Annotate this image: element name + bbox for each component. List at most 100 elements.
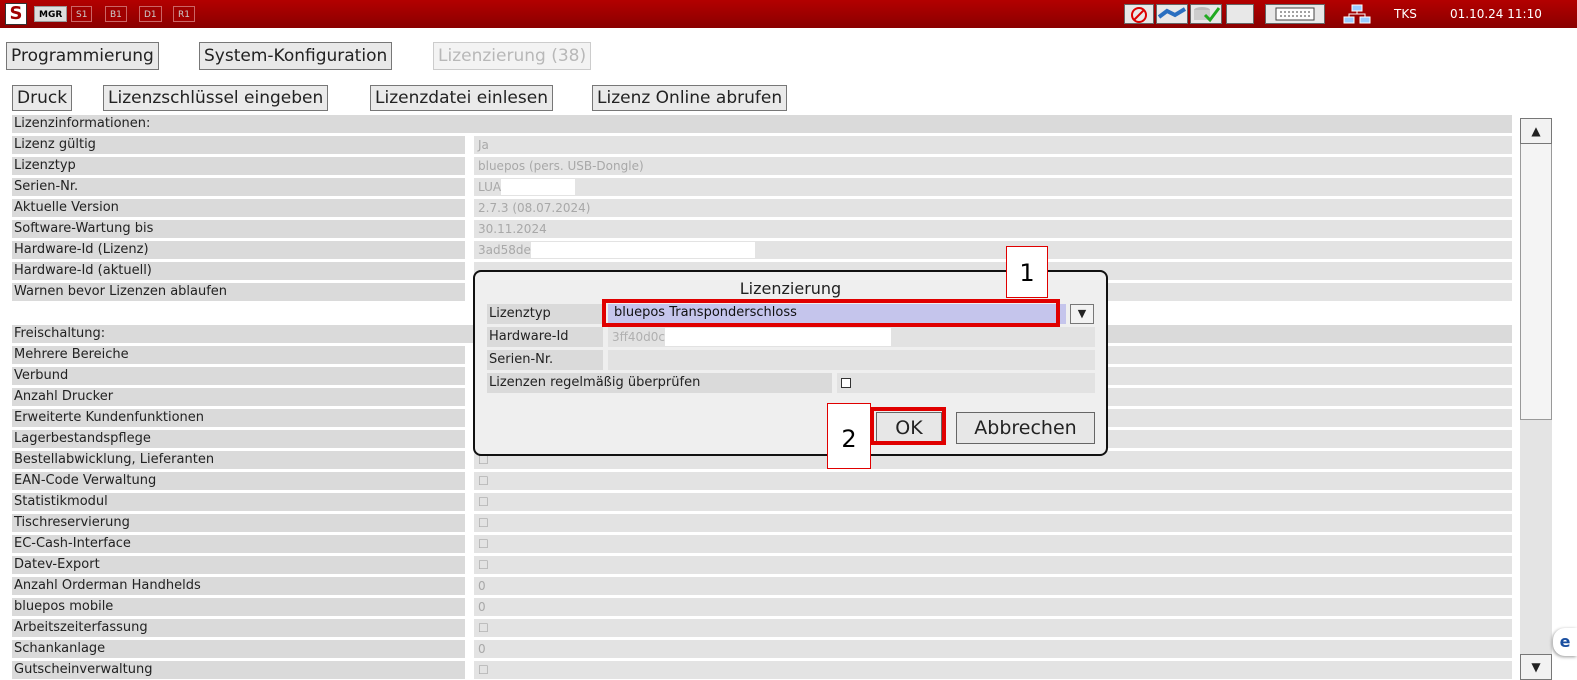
- tab-lizenzierung[interactable]: Lizenzierung (38): [433, 42, 592, 70]
- table-row[interactable]: Lizenztyp bluepos (pers. USB-Dongle): [12, 156, 1512, 175]
- table-row[interactable]: Software-Wartung bis 30.11.2024: [12, 219, 1512, 238]
- license-info-header: Lizenzinformationen:: [12, 114, 1512, 133]
- row-label: EC-Cash-Interface: [12, 535, 465, 553]
- row-value[interactable]: ☐: [474, 556, 1512, 574]
- periodic-check-checkbox[interactable]: [841, 377, 851, 388]
- row-label: Anzahl Orderman Handhelds: [12, 577, 465, 595]
- table-row[interactable]: EAN-Code Verwaltung ☐: [12, 471, 1512, 490]
- hardware-id-row: Hardware-Id 3ff40d0c: [487, 327, 1095, 347]
- row-value[interactable]: ☐: [474, 472, 1512, 490]
- row-value[interactable]: ☐: [474, 493, 1512, 511]
- message-icon[interactable]: [1226, 4, 1254, 24]
- row-label: Anzahl Drucker: [12, 388, 465, 406]
- print-button[interactable]: Druck: [12, 85, 73, 111]
- scrollbar-thumb[interactable]: [1520, 142, 1552, 420]
- serial-label: Serien-Nr.: [487, 350, 603, 370]
- scroll-down-button[interactable]: ▼: [1520, 654, 1552, 680]
- mode-d1[interactable]: D1: [139, 6, 162, 22]
- keyboard-icon[interactable]: [1265, 4, 1325, 24]
- license-type-label: Lizenztyp: [487, 304, 603, 324]
- mode-b1[interactable]: B1: [105, 6, 127, 22]
- table-row[interactable]: Serien-Nr. LUA: [12, 177, 1512, 196]
- read-license-file-button[interactable]: Lizenzdatei einlesen: [370, 85, 553, 111]
- table-row[interactable]: Datev-Export ☐: [12, 555, 1512, 574]
- row-value[interactable]: ☐: [474, 661, 1512, 679]
- row-value[interactable]: ☐: [474, 535, 1512, 553]
- serial-value: LUA: [478, 180, 502, 194]
- row-value: bluepos (pers. USB-Dongle): [474, 157, 1512, 175]
- network-cable-icon[interactable]: [1156, 4, 1188, 24]
- row-value: 30.11.2024: [474, 220, 1512, 238]
- periodic-check-cell[interactable]: [837, 373, 1095, 393]
- no-printer-icon[interactable]: [1124, 4, 1154, 24]
- table-row[interactable]: Tischreservierung ☐: [12, 513, 1512, 532]
- enter-license-key-button[interactable]: Lizenzschlüssel eingeben: [103, 85, 329, 111]
- table-row[interactable]: Statistikmodul ☐: [12, 492, 1512, 511]
- network-icon[interactable]: [1342, 4, 1372, 24]
- row-label: Lagerbestandspflege: [12, 430, 465, 448]
- row-value[interactable]: 0: [474, 598, 1512, 616]
- hwid-value: 3ad58de: [478, 243, 531, 257]
- row-value: Ja: [474, 136, 1512, 154]
- table-row[interactable]: EC-Cash-Interface ☐: [12, 534, 1512, 553]
- hardware-id-value: 3ff40d0c: [612, 330, 666, 344]
- row-value[interactable]: ☐: [474, 514, 1512, 532]
- row-label: Mehrere Bereiche: [12, 346, 465, 364]
- row-label: Arbeitszeiterfassung: [12, 619, 465, 637]
- step-1-callout: 1: [1006, 246, 1048, 298]
- table-row[interactable]: bluepos mobile 0: [12, 597, 1512, 616]
- table-row[interactable]: Schankanlage 0: [12, 639, 1512, 658]
- user-label: TKS: [1394, 7, 1417, 21]
- row-label: Tischreservierung: [12, 514, 465, 532]
- scroll-up-button[interactable]: ▲: [1520, 118, 1552, 144]
- row-label: Hardware-Id (Lizenz): [12, 241, 465, 259]
- table-row[interactable]: Gutscheinverwaltung ☐: [12, 660, 1512, 679]
- row-label: Bestellabwicklung, Lieferanten: [12, 451, 465, 469]
- row-label: Datev-Export: [12, 556, 465, 574]
- fetch-license-online-button[interactable]: Lizenz Online abrufen: [592, 85, 788, 111]
- mode-s1[interactable]: S1: [71, 6, 93, 22]
- row-label: EAN-Code Verwaltung: [12, 472, 465, 490]
- row-value[interactable]: 0: [474, 640, 1512, 658]
- row-label: bluepos mobile: [12, 598, 465, 616]
- row-value: 3ad58de: [474, 241, 1512, 259]
- row-label: Aktuelle Version: [12, 199, 465, 217]
- highlight-license-type: [602, 299, 1060, 327]
- tab-system-konfiguration[interactable]: System-Konfiguration: [199, 42, 393, 70]
- serial-field[interactable]: [608, 350, 1095, 370]
- row-label: Serien-Nr.: [12, 178, 465, 196]
- section-title: Lizenzinformationen:: [12, 115, 1512, 133]
- redaction: [501, 179, 576, 195]
- chevron-down-icon[interactable]: ▼: [1070, 304, 1094, 324]
- table-row[interactable]: Arbeitszeiterfassung ☐: [12, 618, 1512, 637]
- hardware-id-field[interactable]: 3ff40d0c: [608, 327, 1095, 347]
- row-label: Lizenztyp: [12, 157, 465, 175]
- table-row[interactable]: Aktuelle Version 2.7.3 (08.07.2024): [12, 198, 1512, 217]
- table-row[interactable]: Anzahl Orderman Handhelds 0: [12, 576, 1512, 595]
- row-label: Lizenz gültig: [12, 136, 465, 154]
- mode-r1[interactable]: R1: [173, 6, 195, 22]
- row-label: Software-Wartung bis: [12, 220, 465, 238]
- row-label: Schankanlage: [12, 640, 465, 658]
- hardware-id-label: Hardware-Id: [487, 327, 603, 347]
- app-logo-icon[interactable]: S: [5, 3, 27, 25]
- table-row[interactable]: Hardware-Id (Lizenz) 3ad58de: [12, 240, 1512, 259]
- row-value: LUA: [474, 178, 1512, 196]
- database-check-icon[interactable]: [1190, 4, 1222, 24]
- row-label: Erweiterte Kundenfunktionen: [12, 409, 465, 427]
- mode-mgr[interactable]: MGR: [34, 6, 68, 22]
- table-row[interactable]: Lizenz gültig Ja: [12, 135, 1512, 154]
- datetime-label: 01.10.24 11:10: [1450, 7, 1542, 21]
- serial-row: Serien-Nr.: [487, 350, 1095, 370]
- row-value[interactable]: 0: [474, 577, 1512, 595]
- highlight-ok-button: [870, 407, 946, 445]
- row-value: 2.7.3 (08.07.2024): [474, 199, 1512, 217]
- row-label: Statistikmodul: [12, 493, 465, 511]
- row-label: Warnen bevor Lizenzen ablaufen: [12, 283, 465, 301]
- top-bar: S MGR S1 B1 D1 R1 TKS 01.10.24 11:10: [0, 0, 1577, 28]
- cancel-button[interactable]: Abbrechen: [956, 412, 1095, 444]
- periodic-check-label: Lizenzen regelmäßig überprüfen: [487, 373, 832, 393]
- row-value[interactable]: ☐: [474, 619, 1512, 637]
- tab-programmierung[interactable]: Programmierung: [6, 42, 159, 70]
- side-tab-icon[interactable]: e: [1553, 628, 1577, 656]
